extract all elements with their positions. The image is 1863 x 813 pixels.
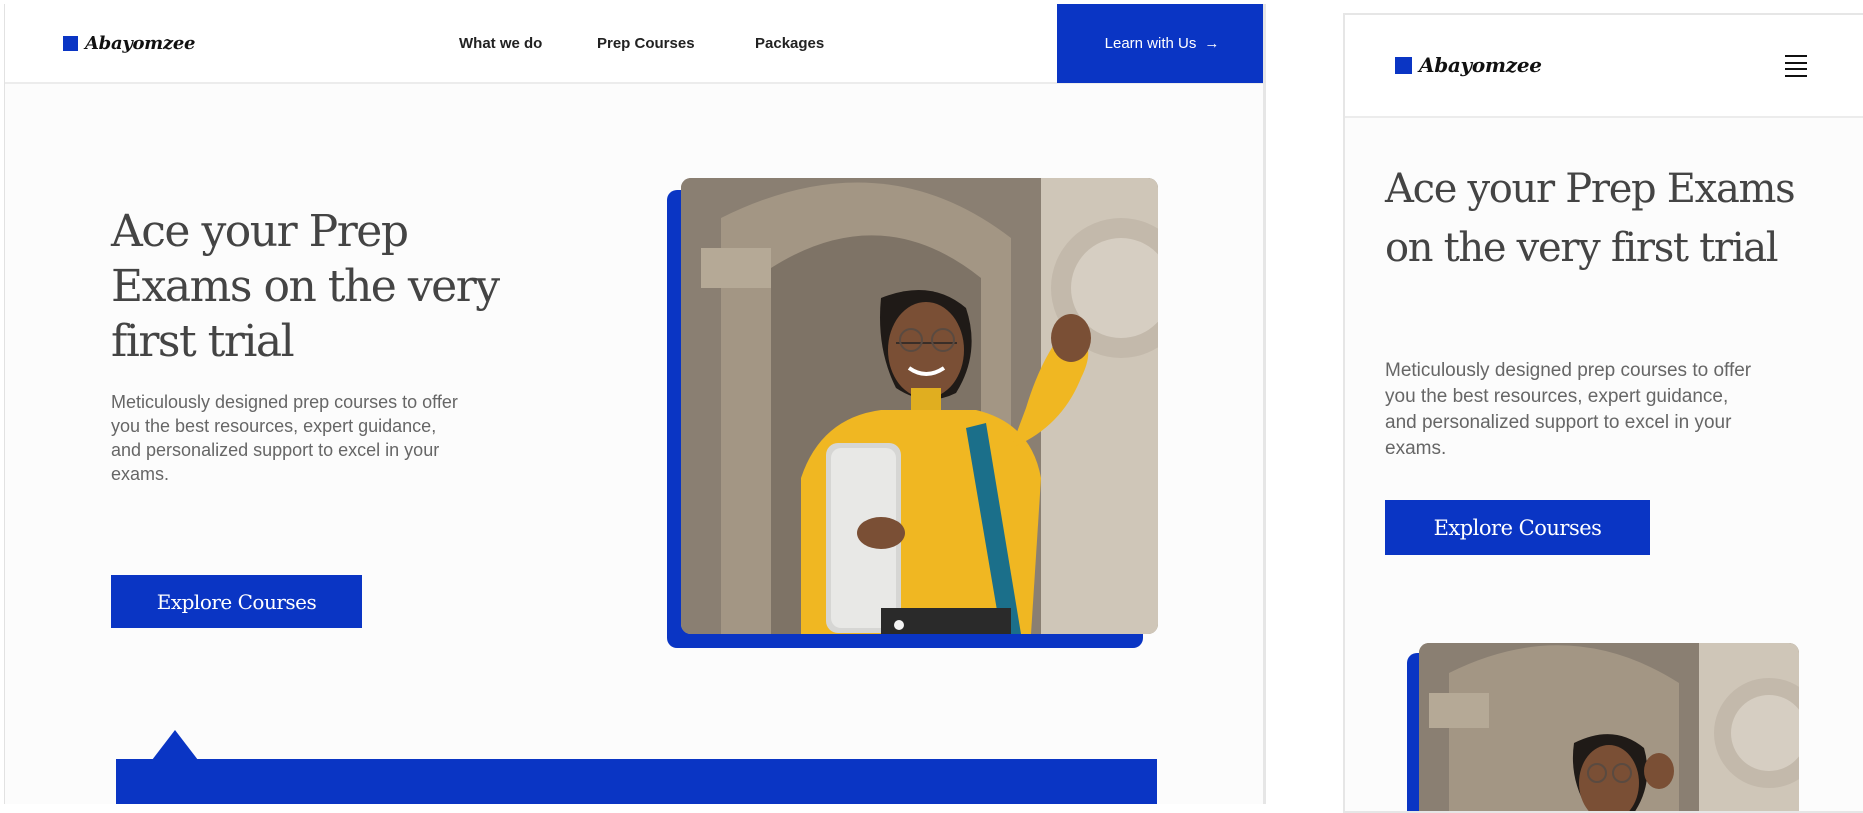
nav-link-what-we-do[interactable]: What we do [459,35,542,52]
hero-subtitle: Meticulously designed prep courses to of… [111,392,458,484]
mobile-brand-name: Abayomzee [1419,53,1542,77]
nav-link-packages[interactable]: Packages [755,35,824,52]
hero-title: Ace your Prep Exams on the very first tr… [111,206,500,367]
banner-pointer-shape [152,730,198,760]
hamburger-line [1785,55,1807,57]
mobile-hero-student-photo [1419,643,1799,811]
mobile-hero-title: Ace your Prep Exams on the very first tr… [1385,166,1796,271]
arrow-right-icon: → [1204,35,1220,52]
section-banner [116,759,1157,804]
learn-with-us-label: Learn with Us [1104,35,1197,52]
desktop-view: Abayomzee What we do Prep Courses Packag… [4,4,1266,804]
hamburger-line [1785,61,1807,64]
logo-square-icon [63,36,78,51]
mobile-view: Abayomzee Ace your Prep Exams on the ver… [1343,13,1863,813]
hamburger-line [1785,74,1807,77]
hamburger-line [1785,68,1807,71]
mobile-hero-subtitle: Meticulously designed prep courses to of… [1385,360,1752,459]
mobile-logo-square-icon [1395,57,1412,74]
mobile-explore-courses-button[interactable]: Explore Courses [1385,500,1650,555]
site-header: Abayomzee What we do Prep Courses Packag… [5,4,1263,84]
mobile-header: Abayomzee [1345,15,1863,118]
nav-link-prep-courses[interactable]: Prep Courses [597,35,695,52]
hero-student-photo [681,178,1158,634]
brand-name: Abayomzee [85,33,196,54]
learn-with-us-button[interactable]: Learn with Us → [1057,4,1263,83]
hamburger-menu-icon[interactable] [1785,55,1807,77]
explore-courses-button[interactable]: Explore Courses [111,575,362,628]
